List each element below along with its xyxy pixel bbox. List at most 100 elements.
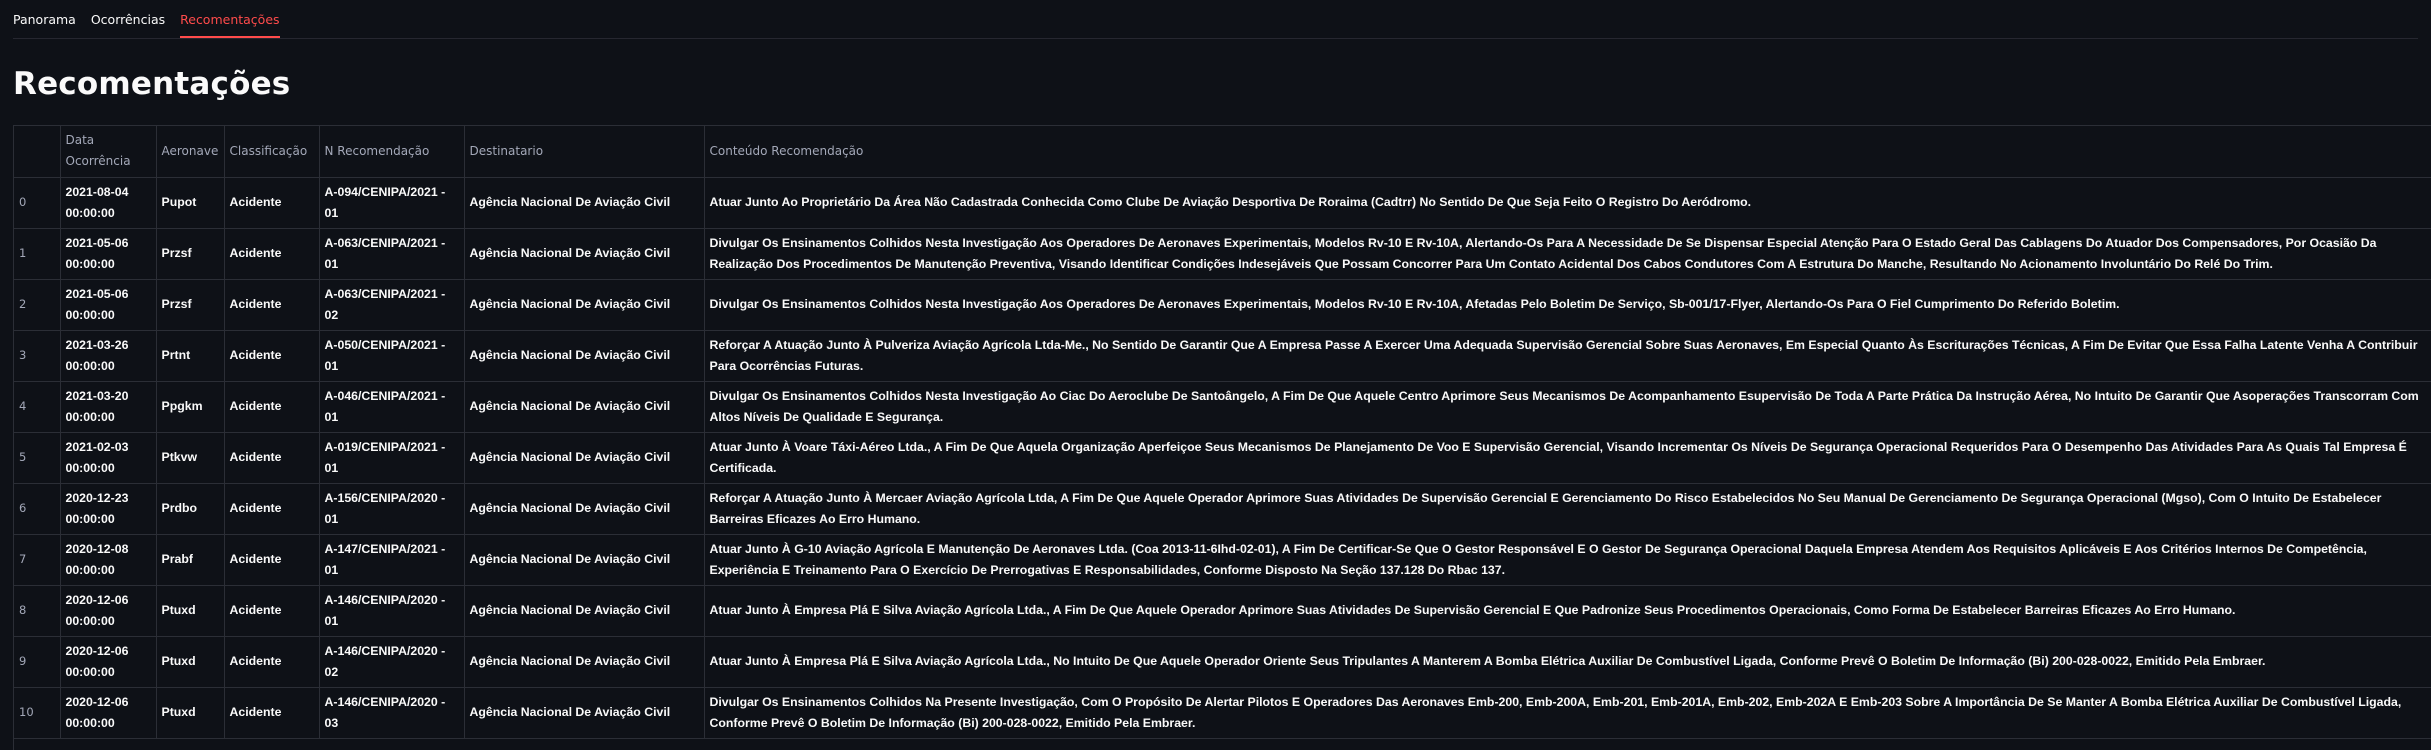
- cell-aircraft[interactable]: Przsf: [156, 228, 225, 280]
- row-index[interactable]: 5: [14, 432, 61, 484]
- table-row[interactable]: 6 2020-12-23 00:00:00 Prdbo Acidente A-156/C…: [14, 483, 2431, 535]
- cell-recipient[interactable]: Agência Nacional De Aviação Civil: [464, 432, 705, 484]
- cell-classification[interactable]: Acidente: [224, 381, 320, 433]
- cell-classification[interactable]: Acidente: [224, 483, 320, 535]
- cell-recommendation-number[interactable]: A-094/CENIPA/2021 - 01: [319, 177, 465, 229]
- cell-recipient[interactable]: Agência Nacional De Aviação Civil: [464, 483, 705, 535]
- column-header-index[interactable]: [14, 126, 61, 178]
- cell-date[interactable]: 2020-12-06 00:00:00: [60, 636, 157, 688]
- cell-recommendation-number[interactable]: A-019/CENIPA/2021 - 01: [319, 432, 465, 484]
- cell-classification[interactable]: Acidente: [224, 585, 320, 637]
- cell-classification[interactable]: Acidente: [224, 279, 320, 331]
- cell-recipient[interactable]: Agência Nacional De Aviação Civil: [464, 636, 705, 688]
- cell-date[interactable]: 2020-12-06 00:00:00: [60, 687, 157, 739]
- column-header-aeronave[interactable]: Aeronave: [156, 126, 225, 178]
- cell-content[interactable]: Atuar Junto Ao Proprietário Da Área Não …: [704, 177, 2431, 229]
- cell-content[interactable]: Divulgar Os Ensinamentos Colhidos Nesta …: [704, 381, 2431, 433]
- cell-content[interactable]: Atuar Junto À G-10 Aviação Agrícola E Ma…: [704, 534, 2431, 586]
- cell-date[interactable]: 2021-03-20 00:00:00: [60, 381, 157, 433]
- cell-aircraft[interactable]: Ptuxd: [156, 687, 225, 739]
- cell-aircraft[interactable]: Ptuxd: [156, 585, 225, 637]
- row-index[interactable]: 4: [14, 381, 61, 433]
- table-row[interactable]: 4 2021-03-20 00:00:00 Ppgkm Acidente A-046/C…: [14, 381, 2431, 433]
- table-row[interactable]: 10 2020-12-06 00:00:00 Ptuxd Acidente A-146/…: [14, 687, 2431, 739]
- page-title: Recomentações: [13, 66, 291, 102]
- cell-date[interactable]: 2021-05-06 00:00:00: [60, 228, 157, 280]
- column-header-classificacao[interactable]: Classificação: [224, 126, 320, 178]
- row-index[interactable]: 0: [14, 177, 61, 229]
- cell-content[interactable]: Atuar Junto À Empresa Plá E Silva Aviaçã…: [704, 636, 2431, 688]
- row-index[interactable]: 10: [14, 687, 61, 739]
- cell-aircraft[interactable]: Prdbo: [156, 483, 225, 535]
- cell-aircraft[interactable]: Przsf: [156, 279, 225, 331]
- cell-classification[interactable]: Acidente: [224, 432, 320, 484]
- cell-date[interactable]: 2021-03-26 00:00:00: [60, 330, 157, 382]
- cell-recommendation-number[interactable]: A-146/CENIPA/2020 - 01: [319, 585, 465, 637]
- cell-recommendation-number[interactable]: A-146/CENIPA/2020 - 02: [319, 636, 465, 688]
- cell-date[interactable]: 2020-12-23 00:00:00: [60, 483, 157, 535]
- column-header-data-ocorrencia[interactable]: Data Ocorrência: [60, 126, 157, 178]
- cell-date[interactable]: 2021-02-03 00:00:00: [60, 432, 157, 484]
- cell-content[interactable]: Atuar Junto À Empresa Plá E Silva Aviaçã…: [704, 585, 2431, 637]
- cell-recommendation-number[interactable]: A-156/CENIPA/2020 - 01: [319, 483, 465, 535]
- row-index[interactable]: 9: [14, 636, 61, 688]
- cell-content[interactable]: Divulgar Os Ensinamentos Colhidos Na Pre…: [704, 687, 2431, 739]
- row-index[interactable]: 8: [14, 585, 61, 637]
- cell-content[interactable]: Reforçar A Atuação Junto À Mercaer Aviaç…: [704, 483, 2431, 535]
- cell-content[interactable]: Atuar Junto À Voare Táxi-Aéreo Ltda., A …: [704, 432, 2431, 484]
- cell-aircraft[interactable]: Ptuxd: [156, 636, 225, 688]
- cell-aircraft[interactable]: Prabf: [156, 534, 225, 586]
- cell-recipient[interactable]: Agência Nacional De Aviação Civil: [464, 687, 705, 739]
- row-index[interactable]: 3: [14, 330, 61, 382]
- cell-classification[interactable]: Acidente: [224, 636, 320, 688]
- cell-recommendation-number[interactable]: A-046/CENIPA/2021 - 01: [319, 381, 465, 433]
- cell-aircraft[interactable]: Ptkvw: [156, 432, 225, 484]
- cell-recipient[interactable]: Agência Nacional De Aviação Civil: [464, 177, 705, 229]
- tab-recomentacoes[interactable]: Recomentações: [180, 0, 280, 38]
- table-row[interactable]: 5 2021-02-03 00:00:00 Ptkvw Acidente A-019/C…: [14, 432, 2431, 484]
- cell-recipient[interactable]: Agência Nacional De Aviação Civil: [464, 330, 705, 382]
- tab-panorama[interactable]: Panorama: [13, 0, 76, 38]
- table-row[interactable]: 3 2021-03-26 00:00:00 Prtnt Acidente A-050/C…: [14, 330, 2431, 382]
- cell-content[interactable]: Divulgar Os Ensinamentos Colhidos Nesta …: [704, 228, 2431, 280]
- cell-content[interactable]: Divulgar Os Ensinamentos Colhidos Nesta …: [704, 279, 2431, 331]
- tab-ocorrencias[interactable]: Ocorrências: [91, 0, 165, 38]
- cell-recommendation-number[interactable]: A-063/CENIPA/2021 - 01: [319, 228, 465, 280]
- table-row[interactable]: 9 2020-12-06 00:00:00 Ptuxd Acidente A-146/C…: [14, 636, 2431, 688]
- row-index[interactable]: 7: [14, 534, 61, 586]
- cell-classification[interactable]: Acidente: [224, 228, 320, 280]
- table-row[interactable]: 0 2021-08-04 00:00:00 Pupot Acidente A-094/C…: [14, 177, 2431, 229]
- cell-content[interactable]: Reforçar A Atuação Junto À Pulveriza Avi…: [704, 330, 2431, 382]
- cell-date[interactable]: 2020-12-08 00:00:00: [60, 534, 157, 586]
- column-header-n-recomendacao[interactable]: N Recomendação: [319, 126, 465, 178]
- table-row[interactable]: 8 2020-12-06 00:00:00 Ptuxd Acidente A-146/C…: [14, 585, 2431, 637]
- cell-recipient[interactable]: Agência Nacional De Aviação Civil: [464, 279, 705, 331]
- cell-aircraft[interactable]: Ppgkm: [156, 381, 225, 433]
- cell-date[interactable]: 2020-12-06 00:00:00: [60, 585, 157, 637]
- cell-classification[interactable]: Acidente: [224, 534, 320, 586]
- column-header-conteudo-recomendacao[interactable]: Conteúdo Recomendação: [704, 126, 2431, 178]
- cell-aircraft[interactable]: Prtnt: [156, 330, 225, 382]
- cell-recipient[interactable]: Agência Nacional De Aviação Civil: [464, 585, 705, 637]
- table-row[interactable]: 2 2021-05-06 00:00:00 Przsf Acidente A-063/C…: [14, 279, 2431, 331]
- cell-classification[interactable]: Acidente: [224, 330, 320, 382]
- cell-recommendation-number[interactable]: A-050/CENIPA/2021 - 01: [319, 330, 465, 382]
- cell-recommendation-number[interactable]: A-146/CENIPA/2020 - 03: [319, 687, 465, 739]
- cell-date[interactable]: 2021-05-06 00:00:00: [60, 279, 157, 331]
- cell-aircraft[interactable]: Pupot: [156, 177, 225, 229]
- row-index[interactable]: 1: [14, 228, 61, 280]
- table-row[interactable]: 7 2020-12-08 00:00:00 Prabf Acidente A-147/C…: [14, 534, 2431, 586]
- row-index[interactable]: 2: [14, 279, 61, 331]
- cell-recipient[interactable]: Agência Nacional De Aviação Civil: [464, 534, 705, 586]
- cell-date[interactable]: 2021-08-04 00:00:00: [60, 177, 157, 229]
- row-index[interactable]: 6: [14, 483, 61, 535]
- cell-recommendation-number[interactable]: A-147/CENIPA/2021 - 01: [319, 534, 465, 586]
- table-row[interactable]: 1 2021-05-06 00:00:00 Przsf Acidente A-063/C…: [14, 228, 2431, 280]
- cell-recipient[interactable]: Agência Nacional De Aviação Civil: [464, 228, 705, 280]
- recommendations-table[interactable]: Data Ocorrência Aeronave Classificação N Re…: [13, 125, 2431, 750]
- cell-classification[interactable]: Acidente: [224, 687, 320, 739]
- cell-recommendation-number[interactable]: A-063/CENIPA/2021 - 02: [319, 279, 465, 331]
- column-header-destinatario[interactable]: Destinatario: [464, 126, 705, 178]
- cell-recipient[interactable]: Agência Nacional De Aviação Civil: [464, 381, 705, 433]
- cell-classification[interactable]: Acidente: [224, 177, 320, 229]
